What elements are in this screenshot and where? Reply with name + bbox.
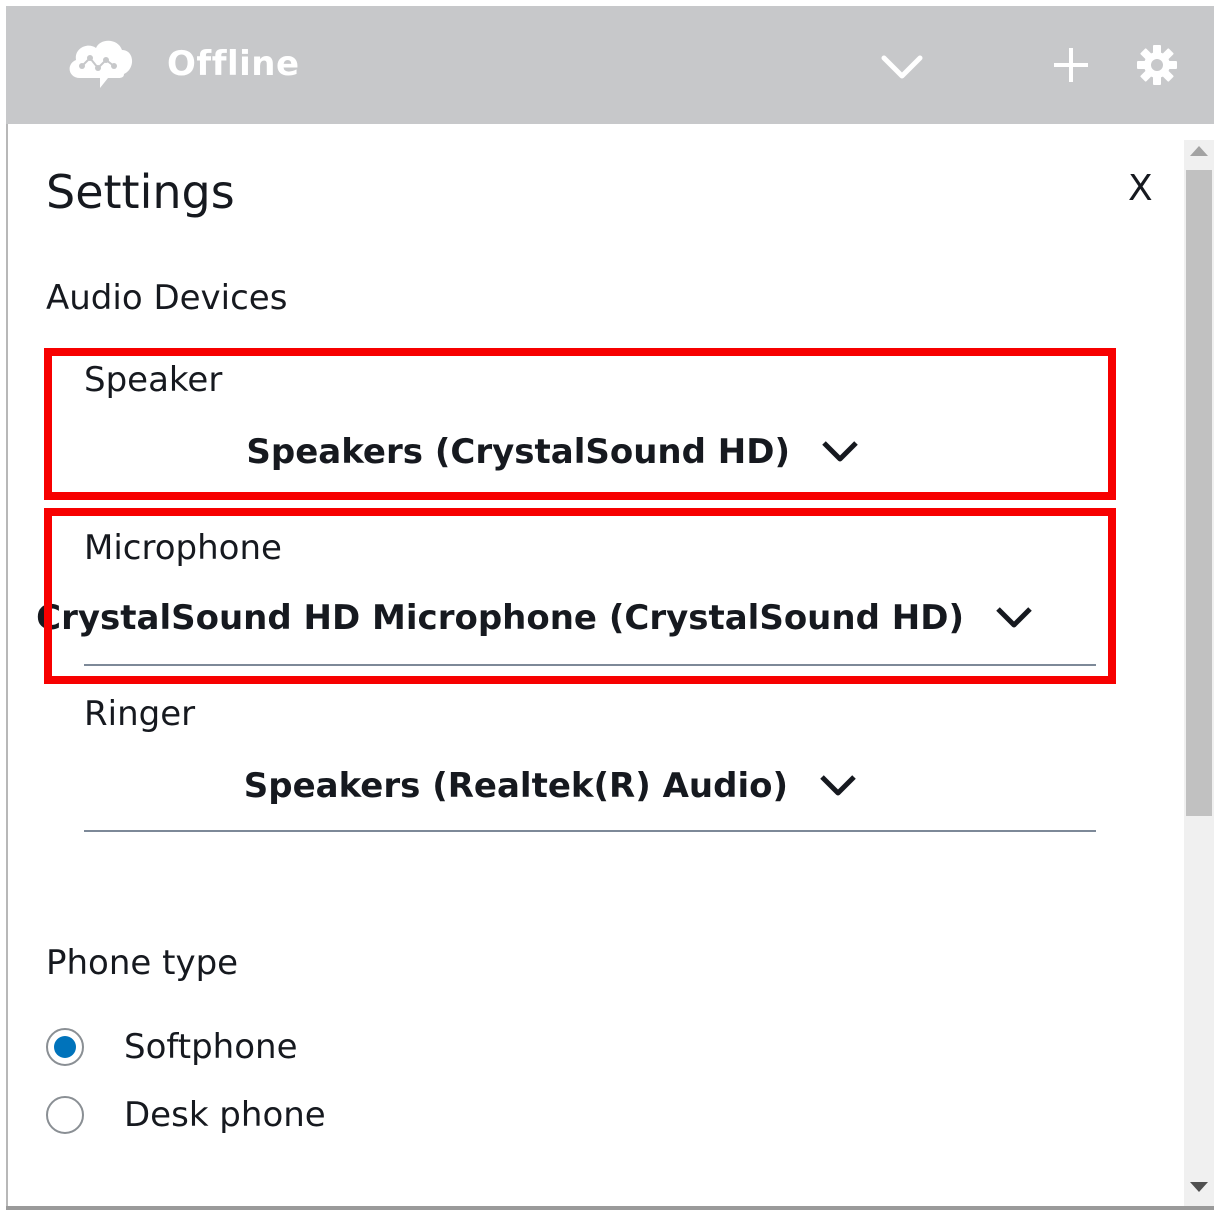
chevron-down-icon[interactable] (880, 50, 924, 82)
desk-phone-label: Desk phone (124, 1095, 326, 1135)
ringer-label: Ringer (84, 694, 196, 734)
speaker-highlight-box (44, 348, 1116, 500)
plus-icon[interactable] (1050, 44, 1092, 86)
chevron-down-icon (820, 775, 856, 796)
cloud-network-icon (69, 40, 133, 88)
scroll-down-arrow-icon[interactable] (1190, 1182, 1208, 1192)
ringer-select[interactable]: Speakers (Realtek(R) Audio) (84, 758, 1096, 832)
softphone-radio-option[interactable]: Softphone (46, 1024, 298, 1070)
softphone-label: Softphone (124, 1027, 298, 1067)
scroll-up-arrow-icon[interactable] (1190, 146, 1208, 156)
settings-title: Settings (46, 165, 235, 219)
gear-icon[interactable] (1136, 44, 1178, 86)
phone-type-heading: Phone type (46, 943, 239, 983)
agent-status-label[interactable]: Offline (167, 44, 300, 84)
microphone-highlight-box (44, 508, 1116, 684)
desk-phone-radio-option[interactable]: Desk phone (46, 1092, 326, 1138)
top-bar: Offline (6, 6, 1214, 124)
scrollbar-thumb[interactable] (1186, 170, 1212, 816)
softphone-radio[interactable] (46, 1028, 84, 1066)
desk-phone-radio[interactable] (46, 1096, 84, 1134)
audio-devices-heading: Audio Devices (46, 278, 288, 318)
ringer-select-value: Speakers (Realtek(R) Audio) (243, 766, 788, 806)
close-button[interactable]: X (1128, 168, 1153, 209)
window-bottom-border (6, 1206, 1214, 1210)
vertical-scrollbar[interactable] (1184, 140, 1214, 1206)
